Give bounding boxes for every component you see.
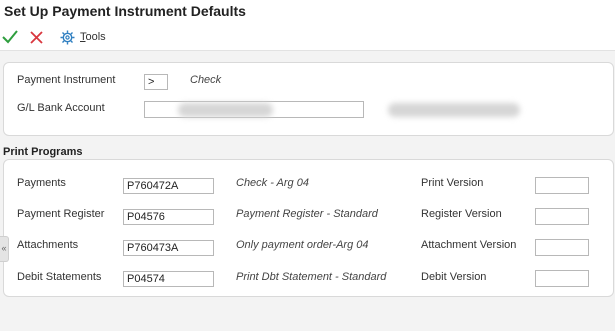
toolbar: Tools (0, 26, 615, 51)
gear-icon[interactable] (60, 30, 75, 45)
payments-label: Payments (17, 177, 66, 189)
gl-bank-account-label: G/L Bank Account (17, 102, 105, 114)
attachment-version-label: Attachment Version (421, 239, 517, 251)
payment-instrument-label: Payment Instrument (17, 74, 116, 86)
payments-program-description: Check - Arg 04 (236, 177, 309, 189)
checkmark-icon[interactable] (2, 30, 18, 44)
attachments-program-field[interactable]: P760473A (123, 240, 214, 256)
debit-statements-description: Print Dbt Statement - Standard (236, 271, 387, 283)
payment-instrument-field[interactable]: > (144, 74, 168, 90)
tools-label-text: ools (85, 31, 106, 43)
tools-menu-button[interactable]: Tools (80, 31, 106, 43)
print-version-label: Print Version (421, 177, 484, 189)
collapse-panel-tab[interactable]: « (0, 236, 9, 262)
debit-statements-program-field[interactable]: P04574 (123, 271, 214, 287)
attachments-description: Only payment order-Arg 04 (236, 239, 369, 251)
print-version-field[interactable] (535, 177, 589, 194)
debit-version-field[interactable] (535, 270, 589, 287)
redacted-account-description (388, 103, 520, 117)
attachment-version-field[interactable] (535, 239, 589, 256)
register-version-label: Register Version (421, 208, 502, 220)
payments-program-field[interactable]: P760472A (123, 178, 214, 194)
x-icon[interactable] (30, 31, 43, 44)
debit-version-label: Debit Version (421, 271, 487, 283)
redacted-account-value (178, 103, 273, 117)
register-version-field[interactable] (535, 208, 589, 225)
payment-instrument-description: Check (190, 74, 222, 86)
payment-register-program-field[interactable]: P04576 (123, 209, 214, 225)
debit-statements-label: Debit Statements (17, 271, 102, 283)
title-bar: Set Up Payment Instrument Defaults (0, 0, 615, 26)
page-title: Set Up Payment Instrument Defaults (4, 3, 246, 19)
print-programs-heading: Print Programs (3, 146, 83, 158)
attachments-label: Attachments (17, 239, 79, 251)
payment-register-label: Payment Register (17, 208, 105, 220)
payment-register-description: Payment Register - Standard (236, 208, 378, 220)
